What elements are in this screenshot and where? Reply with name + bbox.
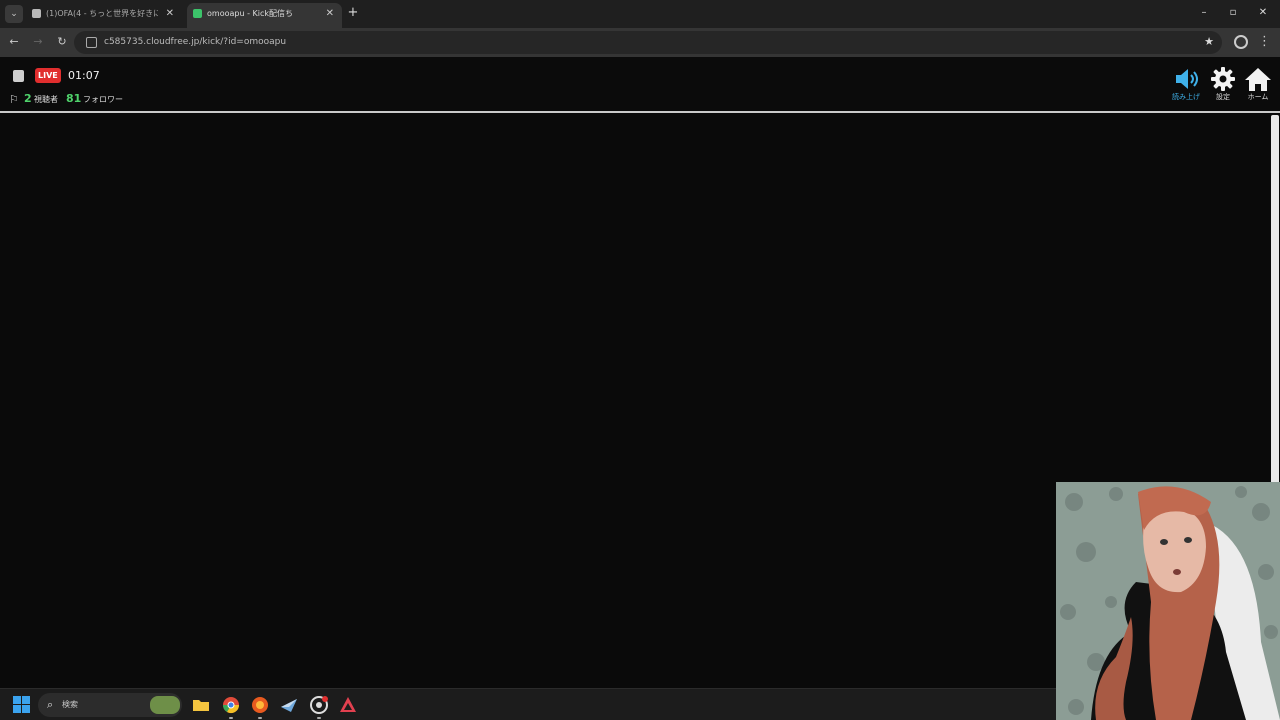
app-icon[interactable] xyxy=(338,695,358,715)
tab-title: (1)OFA(4 - ちっと世界を好きに xyxy=(46,9,158,18)
browser-tab-strip: ⌄ (1)OFA(4 - ちっと世界を好きに ✕ omooapu - Kick配… xyxy=(0,0,1280,28)
app-logo-icon xyxy=(13,70,24,82)
search-icon: ⌕ xyxy=(47,698,54,711)
home-button[interactable]: ホーム xyxy=(1242,66,1274,106)
reload-icon[interactable]: ↻ xyxy=(54,34,70,50)
follower-label: フォロワー xyxy=(83,95,123,104)
speaker-icon xyxy=(1176,69,1198,89)
running-indicator xyxy=(258,717,262,719)
tab-close-icon[interactable]: ✕ xyxy=(326,3,334,24)
scrollbar-thumb[interactable] xyxy=(1271,115,1279,485)
viewer-icon: ⚐ xyxy=(9,93,19,106)
new-tab-button[interactable]: + xyxy=(346,4,360,22)
tab-search-button[interactable]: ⌄ xyxy=(5,5,23,23)
home-icon xyxy=(1245,68,1271,91)
url-text[interactable]: c585735.cloudfree.jp/kick/?id=omooapu xyxy=(104,31,286,54)
forward-arrow-icon[interactable]: → xyxy=(30,34,46,50)
obs-icon[interactable] xyxy=(309,695,329,719)
minimize-button[interactable]: – xyxy=(1194,5,1214,21)
webcam-video-image xyxy=(1056,482,1280,720)
running-indicator xyxy=(229,717,233,719)
maximize-button[interactable]: ▫ xyxy=(1223,5,1243,21)
follower-count: 81 xyxy=(66,92,82,105)
settings-button[interactable]: 設定 xyxy=(1208,66,1238,106)
read-aloud-label: 読み上げ xyxy=(1172,93,1200,101)
webcam-overlay xyxy=(1056,482,1280,720)
tab-close-icon[interactable]: ✕ xyxy=(166,3,174,24)
steam-icon[interactable] xyxy=(279,695,299,715)
home-label: ホーム xyxy=(1247,93,1269,101)
profile-avatar-icon[interactable] xyxy=(1234,35,1248,49)
tab-title: omooapu - Kick配信ち xyxy=(207,9,293,18)
chrome-icon[interactable] xyxy=(221,695,241,719)
tab-favicon-icon xyxy=(32,9,41,18)
close-window-button[interactable]: ✕ xyxy=(1253,5,1273,21)
search-placeholder: 検索 xyxy=(62,700,78,709)
browser-tab-active[interactable]: omooapu - Kick配信ち ✕ xyxy=(187,3,342,28)
running-indicator xyxy=(317,717,321,719)
file-explorer-icon[interactable] xyxy=(191,695,211,715)
read-aloud-button[interactable]: 読み上げ xyxy=(1168,66,1204,106)
search-highlight-image xyxy=(150,696,180,714)
settings-label: 設定 xyxy=(1216,93,1230,101)
elapsed-time: 01:07 xyxy=(68,69,100,82)
gear-icon xyxy=(1211,67,1235,91)
kick-favicon-icon xyxy=(193,9,202,18)
browser-tab[interactable]: (1)OFA(4 - ちっと世界を好きに ✕ xyxy=(26,3,182,28)
browser-menu-icon[interactable]: ⋮ xyxy=(1258,33,1271,51)
browser-toolbar: ← → ↻ c585735.cloudfree.jp/kick/?id=omoo… xyxy=(0,28,1280,57)
taskbar-search-box[interactable]: ⌕ 検索 xyxy=(38,693,182,717)
viewer-label: 視聴者 xyxy=(34,95,58,104)
address-bar[interactable]: c585735.cloudfree.jp/kick/?id=omooapu ★ xyxy=(74,31,1222,54)
windows-start-icon[interactable] xyxy=(13,696,30,713)
back-arrow-icon[interactable]: ← xyxy=(6,34,22,50)
stream-header: LIVE 01:07 ⚐ 2 視聴者 81 フォロワー 読み上げ 設定 ホーム xyxy=(0,57,1280,113)
bookmark-star-icon[interactable]: ★ xyxy=(1204,33,1214,51)
firefox-icon[interactable] xyxy=(250,695,270,719)
site-info-icon[interactable] xyxy=(86,37,97,48)
viewer-count: 2 xyxy=(24,92,32,105)
live-badge: LIVE xyxy=(35,68,61,83)
